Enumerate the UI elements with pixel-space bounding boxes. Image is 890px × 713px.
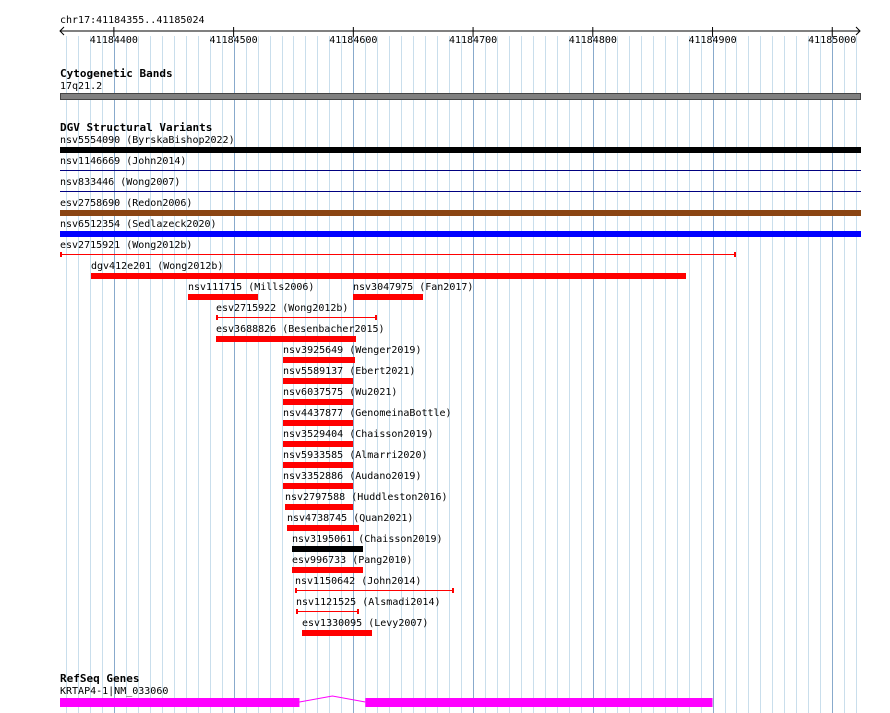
variant-bar-cap — [60, 252, 62, 257]
variant-bar[interactable] — [60, 254, 736, 255]
variant-label: nsv1146669 (John2014) — [60, 156, 187, 167]
variant-bar[interactable] — [216, 336, 356, 342]
variant-bar-cap — [357, 609, 359, 614]
variant-bar[interactable] — [283, 483, 353, 489]
variant-bar[interactable] — [295, 590, 454, 591]
cytoband-bar[interactable] — [60, 93, 861, 100]
variant-bar-cap — [295, 588, 297, 593]
variant-bar[interactable] — [292, 546, 363, 552]
ruler-tick-label: 41185000 — [808, 35, 857, 46]
variant-bar[interactable] — [60, 147, 861, 153]
variant-bar[interactable] — [353, 294, 423, 300]
variant-label: esv1330095 (Levy2007) — [302, 618, 429, 629]
gene-exon[interactable] — [60, 698, 300, 707]
variant-label: nsv3925649 (Wenger2019) — [283, 345, 422, 356]
cytoband-label: 17q21.2 — [60, 81, 103, 92]
variant-bar[interactable] — [91, 273, 686, 279]
variant-bar[interactable] — [285, 504, 353, 510]
variant-label: nsv833446 (Wong2007) — [60, 177, 181, 188]
variant-bar-cap — [734, 252, 736, 257]
variant-label: nsv5933585 (Almarri2020) — [283, 450, 428, 461]
dgv-track-title: DGV Structural Variants — [60, 121, 213, 134]
refseq-track-title: RefSeq Genes — [60, 672, 140, 685]
ruler-tick-label: 41184400 — [89, 35, 138, 46]
refseq-gene-model[interactable] — [0, 692, 890, 712]
variant-bar[interactable] — [283, 441, 353, 447]
variant-label: nsv6037575 (Wu2021) — [283, 387, 398, 398]
variant-bar[interactable] — [188, 294, 258, 300]
variant-bar[interactable] — [283, 462, 353, 468]
ruler-tick-label: 41184500 — [209, 35, 258, 46]
ruler-tick-label: 41184700 — [448, 35, 498, 46]
variant-label: nsv3529404 (Chaisson2019) — [283, 429, 434, 440]
ruler-tick-label: 41184800 — [568, 35, 617, 46]
variant-label: esv996733 (Pang2010) — [292, 555, 413, 566]
ruler-tick-label: 41184600 — [329, 35, 378, 46]
variant-bar-cap — [375, 315, 377, 320]
variant-bar[interactable] — [60, 210, 861, 216]
variant-bar[interactable] — [60, 170, 861, 171]
variant-bar[interactable] — [283, 378, 353, 384]
variant-bar[interactable] — [302, 630, 372, 636]
variant-bar[interactable] — [60, 231, 861, 237]
gene-exon[interactable] — [365, 698, 713, 707]
variant-label: esv2758690 (Redon2006) — [60, 198, 193, 209]
variant-bar[interactable] — [292, 567, 363, 573]
variant-label: esv2715922 (Wong2012b) — [216, 303, 349, 314]
variant-label: dgv412e201 (Wong2012b) — [91, 261, 224, 272]
variant-label: nsv2797588 (Huddleston2016) — [285, 492, 448, 503]
variant-label: nsv3352886 (Audano2019) — [283, 471, 422, 482]
variant-label: nsv1121525 (Alsmadi2014) — [296, 597, 441, 608]
genome-browser-view: chr17:41184355..41185024 41184400 4118450… — [0, 0, 890, 713]
variant-label: nsv5554090 (ByrskaBishop2022) — [60, 135, 235, 146]
variant-label: nsv4738745 (Quan2021) — [287, 513, 414, 524]
variant-bar[interactable] — [60, 191, 861, 192]
gene-intron — [299, 695, 366, 703]
variant-bar[interactable] — [287, 525, 359, 531]
variant-bar[interactable] — [283, 420, 353, 426]
variant-label: nsv111715 (Mills2006) — [188, 282, 315, 293]
ruler-tick-label: 41184900 — [688, 35, 737, 46]
variant-label: nsv5589137 (Ebert2021) — [283, 366, 416, 377]
variant-bar-cap — [216, 315, 218, 320]
variant-bar[interactable] — [283, 357, 355, 363]
variant-label: nsv6512354 (Sedlazeck2020) — [60, 219, 217, 230]
cytoband-track-title: Cytogenetic Bands — [60, 67, 173, 80]
vertical-gridlines — [66, 36, 857, 713]
variant-bar[interactable] — [216, 317, 377, 318]
variant-label: nsv4437877 (GenomeinaBottle) — [283, 408, 452, 419]
ruler-location-label: chr17:41184355..41185024 — [60, 15, 205, 26]
variant-label: nsv3047975 (Fan2017) — [353, 282, 474, 293]
variant-label: esv2715921 (Wong2012b) — [60, 240, 193, 251]
variant-bar-cap — [296, 609, 298, 614]
variant-bar[interactable] — [283, 399, 353, 405]
variant-label: esv3688826 (Besenbacher2015) — [216, 324, 385, 335]
variant-bar[interactable] — [296, 611, 359, 612]
variant-label: nsv1150642 (John2014) — [295, 576, 422, 587]
variant-label: nsv3195061 (Chaisson2019) — [292, 534, 443, 545]
variant-bar-cap — [452, 588, 454, 593]
